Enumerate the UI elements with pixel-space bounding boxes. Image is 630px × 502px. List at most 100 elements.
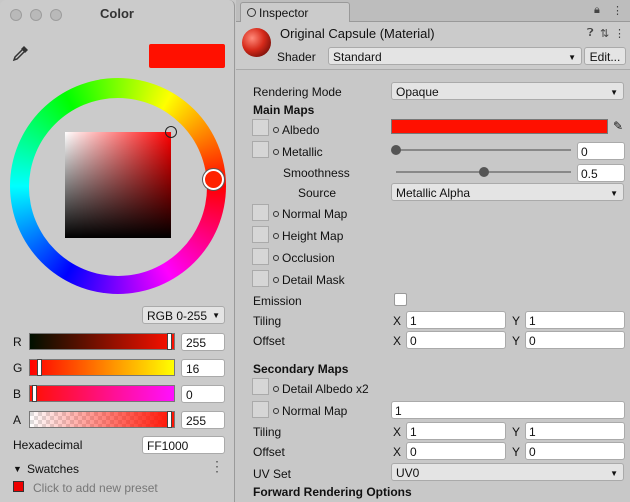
edit-shader-button[interactable]: Edit... bbox=[584, 47, 626, 65]
object-picker-icon[interactable] bbox=[273, 277, 279, 283]
metallic-texture-slot[interactable] bbox=[252, 141, 269, 158]
kebab-menu-icon[interactable]: ⋮ bbox=[612, 4, 623, 17]
source-select[interactable]: Metallic Alpha ▼ bbox=[391, 183, 624, 201]
uv-set-value: UV0 bbox=[396, 466, 420, 480]
slider-handle[interactable] bbox=[32, 385, 37, 402]
object-picker-icon[interactable] bbox=[273, 408, 279, 414]
normal-map-label: Normal Map bbox=[273, 207, 347, 221]
slider-handle[interactable] bbox=[167, 333, 172, 350]
help-icon[interactable]: ❓︎ bbox=[587, 27, 594, 40]
sec-normal-map-texture-slot[interactable] bbox=[252, 401, 269, 418]
kebab-menu-icon[interactable]: ⋮ bbox=[210, 458, 224, 475]
color-picker-window: Color RGB 0-255 ▼ R 255 G 16 B 0 A 255 H… bbox=[0, 0, 235, 502]
rendering-mode-label: Rendering Mode bbox=[253, 85, 342, 99]
main-maps-header: Main Maps bbox=[253, 103, 315, 117]
sec-offset-y-label: Y bbox=[512, 445, 521, 459]
albedo-text: Albedo bbox=[282, 123, 320, 137]
channel-input-b[interactable]: 0 bbox=[181, 385, 225, 403]
channel-input-r[interactable]: 255 bbox=[181, 333, 225, 351]
sec-offset-x-input[interactable]: 0 bbox=[406, 442, 506, 460]
channel-slider-g[interactable] bbox=[29, 359, 175, 376]
saturation-value-square[interactable] bbox=[65, 132, 171, 238]
lock-icon[interactable]: 🔒︎ bbox=[594, 4, 600, 17]
height-map-text: Height Map bbox=[282, 229, 344, 243]
preset-icon[interactable]: ⇅ bbox=[600, 27, 609, 40]
slider-handle[interactable] bbox=[37, 359, 42, 376]
uv-set-select[interactable]: UV0 ▼ bbox=[391, 463, 624, 481]
tiling-y-label: Y bbox=[512, 314, 521, 328]
metallic-slider-knob[interactable] bbox=[391, 145, 401, 155]
eyedropper-icon[interactable] bbox=[12, 44, 30, 62]
sv-handle[interactable] bbox=[165, 126, 177, 138]
current-color-swatch bbox=[149, 44, 225, 68]
channel-label-r: R bbox=[13, 335, 22, 349]
hex-input[interactable]: FF1000 bbox=[142, 436, 225, 454]
object-picker-icon[interactable] bbox=[273, 233, 279, 239]
add-preset-hint[interactable]: Click to add new preset bbox=[33, 481, 158, 495]
swatches-foldout[interactable]: Swatches bbox=[27, 462, 79, 476]
color-mode-select[interactable]: RGB 0-255 ▼ bbox=[142, 306, 225, 324]
albedo-texture-slot[interactable] bbox=[252, 119, 269, 136]
emission-checkbox[interactable] bbox=[394, 293, 407, 306]
triangle-down-icon[interactable]: ▼ bbox=[13, 464, 22, 474]
channel-slider-a[interactable] bbox=[29, 411, 175, 428]
height-map-label: Height Map bbox=[273, 229, 343, 243]
albedo-color-field[interactable] bbox=[391, 119, 608, 134]
occlusion-label: Occlusion bbox=[273, 251, 335, 265]
object-picker-icon[interactable] bbox=[273, 149, 279, 155]
object-picker-icon[interactable] bbox=[273, 386, 279, 392]
metallic-input[interactable]: 0 bbox=[577, 142, 625, 160]
object-picker-icon[interactable] bbox=[273, 255, 279, 261]
eyedropper-icon[interactable]: ✎ bbox=[613, 119, 623, 133]
detail-albedo-text: Detail Albedo x2 bbox=[282, 382, 369, 396]
shader-select[interactable]: Standard ▼ bbox=[328, 47, 582, 65]
height-map-texture-slot[interactable] bbox=[252, 226, 269, 243]
detail-albedo-texture-slot[interactable] bbox=[252, 378, 269, 395]
sec-tiling-y-input[interactable]: 1 bbox=[525, 422, 625, 440]
channel-slider-b[interactable] bbox=[29, 385, 175, 402]
sec-offset-y-input[interactable]: 0 bbox=[525, 442, 625, 460]
occlusion-texture-slot[interactable] bbox=[252, 248, 269, 265]
sec-normal-map-text: Normal Map bbox=[282, 404, 348, 418]
kebab-menu-icon[interactable]: ⋮ bbox=[614, 27, 625, 40]
smoothness-label: Smoothness bbox=[283, 166, 350, 180]
secondary-maps-header: Secondary Maps bbox=[253, 362, 349, 376]
smoothness-input[interactable]: 0.5 bbox=[577, 164, 625, 182]
sec-offset-label: Offset bbox=[253, 445, 285, 459]
tab-label: Inspector bbox=[259, 6, 309, 20]
chevron-down-icon: ▼ bbox=[610, 189, 618, 198]
detail-mask-texture-slot[interactable] bbox=[252, 270, 269, 287]
offset-label: Offset bbox=[253, 334, 285, 348]
tiling-x-input[interactable]: 1 bbox=[406, 311, 506, 329]
offset-x-input[interactable]: 0 bbox=[406, 331, 506, 349]
object-picker-icon[interactable] bbox=[273, 211, 279, 217]
shader-value: Standard bbox=[333, 50, 382, 64]
swatch-preset[interactable] bbox=[13, 481, 24, 492]
normal-map-text: Normal Map bbox=[282, 207, 348, 221]
channel-input-a[interactable]: 255 bbox=[181, 411, 225, 429]
smoothness-slider-knob[interactable] bbox=[478, 167, 489, 177]
sec-tiling-x-input[interactable]: 1 bbox=[406, 422, 506, 440]
channel-slider-r[interactable] bbox=[29, 333, 175, 350]
metallic-slider-track[interactable] bbox=[396, 149, 571, 151]
slider-handle[interactable] bbox=[167, 411, 172, 428]
object-picker-icon[interactable] bbox=[273, 127, 279, 133]
channel-input-g[interactable]: 16 bbox=[181, 359, 225, 377]
tiling-y-input[interactable]: 1 bbox=[525, 311, 625, 329]
tiling-x-label: X bbox=[393, 314, 402, 328]
source-value: Metallic Alpha bbox=[396, 186, 471, 200]
inspector-panel: Inspector 🔒︎ ⋮ Original Capsule (Materia… bbox=[236, 0, 630, 502]
rendering-mode-select[interactable]: Opaque ▼ bbox=[391, 82, 624, 100]
detail-albedo-label: Detail Albedo x2 bbox=[273, 382, 369, 396]
shader-label: Shader bbox=[277, 50, 316, 64]
offset-y-input[interactable]: 0 bbox=[525, 331, 625, 349]
chevron-down-icon: ▼ bbox=[610, 469, 618, 478]
sec-normal-scale-input[interactable]: 1 bbox=[391, 401, 625, 419]
tab-inspector[interactable]: Inspector bbox=[240, 2, 350, 22]
window-title: Color bbox=[100, 6, 134, 21]
metallic-label: Metallic bbox=[273, 145, 323, 159]
sec-tiling-x-label: X bbox=[393, 425, 402, 439]
hue-handle[interactable] bbox=[203, 169, 224, 190]
emission-label: Emission bbox=[253, 294, 302, 308]
normal-map-texture-slot[interactable] bbox=[252, 204, 269, 221]
